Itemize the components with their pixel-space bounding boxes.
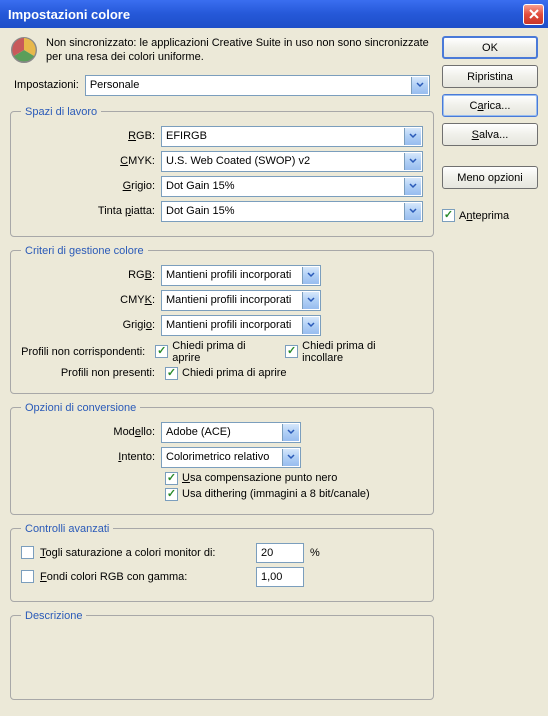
close-icon (528, 8, 540, 20)
conversion-group: Opzioni di conversione Modello: Adobe (A… (10, 402, 434, 515)
rgb-label: RGB: (21, 130, 161, 142)
blend-label: Fondi colori RGB con gamma: (40, 571, 250, 583)
blend-checkbox[interactable] (21, 570, 34, 583)
description-legend: Descrizione (21, 610, 86, 622)
gray-label: Grigio: (21, 180, 161, 192)
window-title: Impostazioni colore (8, 7, 523, 22)
policy-gray-select[interactable]: Mantieni profili incorporati (161, 315, 321, 336)
rgb-select[interactable]: EFIRGB (161, 126, 423, 147)
chevron-down-icon (282, 449, 299, 466)
sync-text: Non sincronizzato: le applicazioni Creat… (46, 36, 434, 65)
policy-cmyk-select[interactable]: Mantieni profili incorporati (161, 290, 321, 311)
desat-unit: % (310, 547, 320, 559)
close-button[interactable] (523, 4, 544, 25)
dialog-content: Non sincronizzato: le applicazioni Creat… (0, 28, 548, 716)
policy-cmyk-label: CMYK: (21, 294, 161, 306)
bpc-label: Usa compensazione punto nero (182, 472, 337, 484)
gray-select[interactable]: Dot Gain 15% (161, 176, 423, 197)
spot-select[interactable]: Dot Gain 15% (161, 201, 423, 222)
chevron-down-icon (404, 178, 421, 195)
cmyk-label: CMYK: (21, 155, 161, 167)
ask-open-checkbox[interactable] (155, 345, 168, 358)
load-button[interactable]: Carica... (442, 94, 538, 117)
description-group: Descrizione (10, 610, 434, 700)
policy-gray-label: Grigio: (21, 319, 161, 331)
chevron-down-icon (302, 267, 319, 284)
cmyk-select[interactable]: U.S. Web Coated (SWOP) v2 (161, 151, 423, 172)
settings-row: Impostazioni: Personale (10, 75, 434, 96)
conversion-legend: Opzioni di conversione (21, 402, 140, 414)
ask-open-label: Chiedi prima di aprire (172, 340, 269, 364)
intent-select[interactable]: Colorimetrico relativo (161, 447, 301, 468)
fewer-options-button[interactable]: Meno opzioni (442, 166, 538, 189)
reset-button[interactable]: Ripristina (442, 65, 538, 88)
chevron-down-icon (411, 77, 428, 94)
engine-select[interactable]: Adobe (ACE) (161, 422, 301, 443)
workspaces-group: Spazi di lavoro RGB: EFIRGB CMYK: U.S. W… (10, 106, 434, 237)
save-button[interactable]: Salva... (442, 123, 538, 146)
chevron-down-icon (404, 153, 421, 170)
policy-rgb-label: RGB: (21, 269, 161, 281)
settings-label: Impostazioni: (14, 79, 79, 91)
advanced-legend: Controlli avanzati (21, 523, 113, 535)
ask-open2-checkbox[interactable] (165, 367, 178, 380)
policy-rgb-select[interactable]: Mantieni profili incorporati (161, 265, 321, 286)
settings-select[interactable]: Personale (85, 75, 430, 96)
titlebar: Impostazioni colore (0, 0, 548, 28)
settings-value: Personale (90, 79, 140, 91)
advanced-group: Controlli avanzati Togli saturazione a c… (10, 523, 434, 602)
engine-label: Modello: (21, 426, 161, 438)
chevron-down-icon (282, 424, 299, 441)
sync-icon (10, 36, 38, 64)
right-panel: OK Ripristina Carica... Salva... Meno op… (442, 36, 538, 708)
chevron-down-icon (404, 203, 421, 220)
chevron-down-icon (302, 317, 319, 334)
chevron-down-icon (302, 292, 319, 309)
policies-group: Criteri di gestione colore RGB: Mantieni… (10, 245, 434, 394)
policies-legend: Criteri di gestione colore (21, 245, 148, 257)
ask-paste-checkbox[interactable] (285, 345, 298, 358)
bpc-checkbox[interactable] (165, 472, 178, 485)
ask-paste-label: Chiedi prima di incollare (302, 340, 411, 364)
desat-checkbox[interactable] (21, 546, 34, 559)
ok-button[interactable]: OK (442, 36, 538, 59)
preview-checkbox[interactable] (442, 209, 455, 222)
desat-input[interactable] (256, 543, 304, 563)
ask-open2-label: Chiedi prima di aprire (182, 367, 287, 379)
spot-label: Tinta piatta: (21, 205, 161, 217)
mismatch-label: Profili non corrispondenti: (21, 346, 151, 358)
desat-label: Togli saturazione a colori monitor di: (40, 547, 250, 559)
sync-warning: Non sincronizzato: le applicazioni Creat… (10, 36, 434, 65)
dither-label: Usa dithering (immagini a 8 bit/canale) (182, 488, 370, 500)
intent-label: Intento: (21, 451, 161, 463)
chevron-down-icon (404, 128, 421, 145)
blend-input[interactable] (256, 567, 304, 587)
missing-label: Profili non presenti: (21, 367, 161, 379)
dither-checkbox[interactable] (165, 488, 178, 501)
workspaces-legend: Spazi di lavoro (21, 106, 101, 118)
left-panel: Non sincronizzato: le applicazioni Creat… (10, 36, 434, 708)
preview-label: Anteprima (459, 210, 509, 222)
